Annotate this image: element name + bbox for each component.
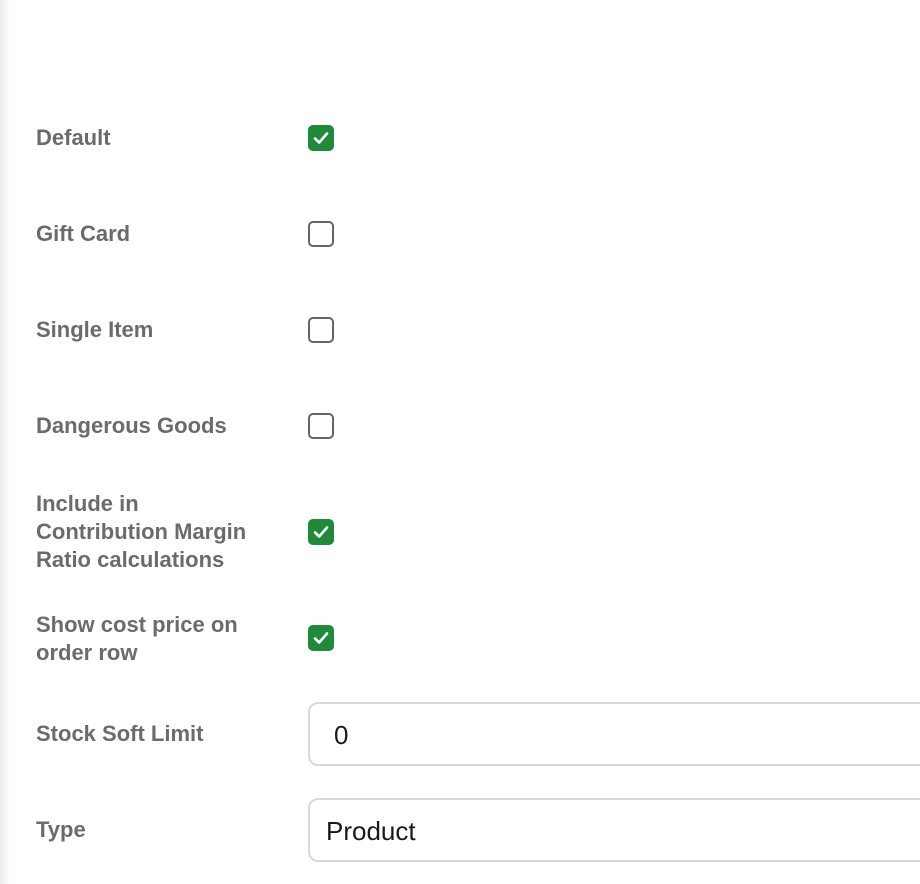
show-cost-price-label: Show cost price on order row bbox=[36, 611, 286, 667]
show-cost-price-label-line-1: Show cost price on bbox=[36, 612, 238, 637]
gift-card-label: Gift Card bbox=[36, 221, 131, 246]
stock-soft-limit-label: Stock Soft Limit bbox=[36, 721, 204, 746]
checkmark-icon bbox=[313, 132, 329, 144]
show-cost-price-checkbox[interactable] bbox=[308, 625, 334, 651]
dangerous-goods-label: Dangerous Goods bbox=[36, 413, 227, 438]
include-cmr-label: Include in Contribution Margin Ratio cal… bbox=[36, 490, 286, 574]
include-cmr-label-line-3: Ratio calculations bbox=[36, 547, 225, 572]
show-cost-price-label-line-2: order row bbox=[36, 640, 138, 665]
include-cmr-label-line-2: Contribution Margin bbox=[36, 519, 247, 544]
checkmark-icon bbox=[313, 526, 329, 538]
include-cmr-checkbox[interactable] bbox=[308, 519, 334, 545]
stock-soft-limit-value: 0 bbox=[334, 720, 349, 750]
single-item-checkbox[interactable] bbox=[308, 317, 334, 343]
default-checkbox[interactable] bbox=[308, 125, 334, 151]
gift-card-checkbox[interactable] bbox=[308, 221, 334, 247]
type-label: Type bbox=[36, 817, 86, 842]
stock-soft-limit-input[interactable]: 0 bbox=[308, 702, 920, 766]
type-value: Product bbox=[326, 816, 416, 846]
checkmark-icon bbox=[313, 632, 329, 644]
product-settings-form: Default Gift Card Single Item Dangerous … bbox=[0, 0, 920, 884]
dangerous-goods-checkbox[interactable] bbox=[308, 413, 334, 439]
type-select[interactable]: Product bbox=[308, 798, 920, 862]
panel-left-edge bbox=[0, 0, 10, 884]
single-item-label: Single Item bbox=[36, 317, 154, 342]
default-label: Default bbox=[36, 125, 111, 150]
include-cmr-label-line-1: Include in bbox=[36, 491, 139, 516]
